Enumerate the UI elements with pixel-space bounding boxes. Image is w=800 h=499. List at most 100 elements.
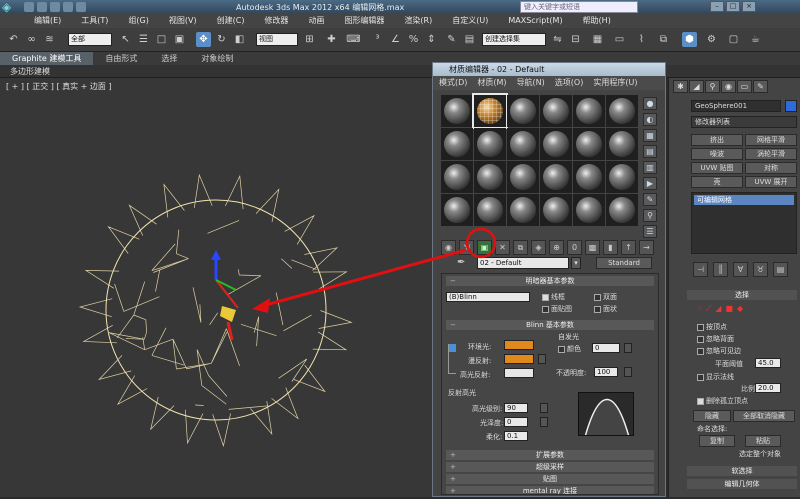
sample-slot[interactable] bbox=[606, 128, 638, 160]
selection-rollout[interactable]: 选择 bbox=[687, 290, 797, 300]
polygon-modeling-label[interactable]: 多边形建模 bbox=[10, 65, 50, 78]
chevron-down-icon[interactable]: ▾ bbox=[571, 257, 581, 269]
sample-slot[interactable] bbox=[474, 194, 506, 226]
maximize-button[interactable]: □ bbox=[726, 1, 740, 12]
undo-icon[interactable] bbox=[63, 2, 73, 12]
video-color-check-icon[interactable]: ▥ bbox=[643, 161, 657, 174]
go-to-parent-icon[interactable]: ↑ bbox=[621, 239, 636, 255]
extrude-button[interactable]: 挤出 bbox=[691, 134, 743, 146]
supersampling-rollout[interactable]: + 超级采样 bbox=[446, 462, 654, 472]
menu-graph-editors[interactable]: 图形编辑器 bbox=[344, 14, 384, 28]
display-tab-icon[interactable]: ▭ bbox=[737, 80, 752, 93]
viewport-label[interactable]: [ + ] [ 正交 ] [ 真实 + 边面 ] bbox=[6, 81, 112, 92]
sample-slot[interactable] bbox=[540, 161, 572, 193]
meshsmooth-button[interactable]: 网格平滑 bbox=[745, 134, 797, 146]
backlight-icon[interactable]: ◐ bbox=[643, 113, 657, 126]
maps-rollout[interactable]: + 贴图 bbox=[446, 474, 654, 484]
self-illum-map-button[interactable] bbox=[624, 343, 632, 353]
remove-modifier-icon[interactable]: ♉ bbox=[753, 262, 768, 277]
opacity-spinner[interactable]: 100 bbox=[594, 367, 618, 377]
blinn-basic-rollout[interactable]: − Blinn 基本参数 bbox=[446, 320, 654, 330]
face-level-icon[interactable]: ◢ bbox=[715, 304, 721, 314]
search-input[interactable]: 键入关键字或短语 bbox=[520, 1, 638, 13]
show-normals-check[interactable]: 显示法线 bbox=[697, 372, 734, 382]
specular-color-swatch[interactable] bbox=[504, 368, 534, 378]
tab-selection[interactable]: 选择 bbox=[149, 52, 189, 65]
sample-slot[interactable] bbox=[606, 95, 638, 127]
faceted-check[interactable]: 面状 bbox=[594, 304, 617, 314]
shader-basic-rollout[interactable]: − 明暗器基本参数 bbox=[446, 276, 654, 286]
keyboard-shortcut-icon[interactable]: ⌨ bbox=[346, 32, 361, 47]
spec-level-spinner[interactable]: 90 bbox=[504, 403, 528, 413]
hierarchy-tab-icon[interactable]: ⚲ bbox=[705, 80, 720, 93]
med-menu-navigation[interactable]: 导航(N) bbox=[517, 76, 545, 90]
med-menu-options[interactable]: 选项(O) bbox=[555, 76, 584, 90]
minimize-button[interactable]: – bbox=[710, 1, 724, 12]
rendered-frame-icon[interactable]: ▢ bbox=[726, 32, 741, 47]
put-to-library-icon[interactable]: ⊕ bbox=[549, 239, 564, 255]
curve-editor-icon[interactable]: ⌇ bbox=[634, 32, 649, 47]
stack-item-editable-mesh[interactable]: 可编辑网格 bbox=[694, 195, 794, 205]
sample-slot[interactable] bbox=[507, 161, 539, 193]
menu-maxscript[interactable]: MAXScript(M) bbox=[508, 14, 562, 28]
layer-manager-icon[interactable]: ▦ bbox=[590, 32, 605, 47]
spinner-snap-icon[interactable]: ⇕ bbox=[424, 32, 439, 47]
put-to-scene-icon[interactable]: ⇲ bbox=[459, 239, 474, 255]
save-file-icon[interactable] bbox=[50, 2, 60, 12]
vertex-level-icon[interactable]: ⁖ bbox=[697, 304, 702, 314]
snap-3d-icon[interactable]: ³ bbox=[370, 32, 385, 47]
graphite-toggle-icon[interactable]: ▭ bbox=[612, 32, 627, 47]
sample-slot[interactable] bbox=[573, 161, 605, 193]
sample-slot[interactable] bbox=[606, 194, 638, 226]
soft-selection-rollout[interactable]: 软选择 bbox=[687, 466, 797, 476]
options-icon[interactable]: ✎ bbox=[643, 193, 657, 206]
unwrap-uvw-button[interactable]: UVW 展开 bbox=[745, 176, 797, 188]
named-sel-icon[interactable]: ▤ bbox=[462, 32, 477, 47]
material-type-button[interactable]: Standard bbox=[596, 257, 652, 269]
sample-slot[interactable] bbox=[441, 194, 473, 226]
scale-icon[interactable]: ◧ bbox=[232, 32, 247, 47]
sample-slot[interactable] bbox=[441, 161, 473, 193]
material-id-icon[interactable]: 0 bbox=[567, 239, 582, 255]
pin-stack-icon[interactable]: ⊣ bbox=[693, 262, 708, 277]
ref-coord-select[interactable]: 视图 bbox=[256, 33, 298, 46]
align-icon[interactable]: ⊟ bbox=[568, 32, 583, 47]
symmetry-button[interactable]: 对称 bbox=[745, 162, 797, 174]
material-editor-title[interactable]: 材质编辑器 - 02 - Default bbox=[433, 63, 665, 76]
show-end-result-icon[interactable]: ▮ bbox=[603, 239, 618, 255]
tab-graphite[interactable]: Graphite 建模工具 bbox=[0, 52, 94, 65]
select-by-material-icon[interactable]: ⚲ bbox=[643, 209, 657, 222]
sample-slot[interactable] bbox=[507, 128, 539, 160]
menu-customize[interactable]: 自定义(U) bbox=[452, 14, 488, 28]
material-editor-icon[interactable]: ⬢ bbox=[682, 32, 697, 47]
open-file-icon[interactable] bbox=[37, 2, 47, 12]
sample-slot[interactable] bbox=[474, 128, 506, 160]
named-selection-select[interactable]: 创建选择集 bbox=[482, 33, 546, 46]
tab-freeform[interactable]: 自由形式 bbox=[93, 52, 149, 65]
menu-views[interactable]: 视图(V) bbox=[169, 14, 197, 28]
shader-type-select[interactable]: (B)Blinn bbox=[446, 292, 530, 302]
paste-button[interactable]: 粘贴 bbox=[745, 435, 781, 447]
transform-gizmo[interactable] bbox=[211, 250, 239, 341]
modify-tab-icon[interactable]: ◢ bbox=[689, 80, 704, 93]
angle-snap-icon[interactable]: ∠ bbox=[388, 32, 403, 47]
copy-button[interactable]: 复制 bbox=[699, 435, 735, 447]
scale-spinner[interactable]: 20.0 bbox=[755, 383, 781, 393]
make-preview-icon[interactable]: ▶ bbox=[643, 177, 657, 190]
unhide-all-button[interactable]: 全部取消隐藏 bbox=[733, 410, 795, 422]
sample-slot[interactable] bbox=[441, 95, 473, 127]
menu-group[interactable]: 组(G) bbox=[128, 14, 148, 28]
face-map-check[interactable]: 面贴图 bbox=[542, 304, 572, 314]
delete-isolated-check[interactable]: 删除孤立顶点 bbox=[697, 396, 748, 406]
redo-icon[interactable] bbox=[76, 2, 86, 12]
sample-type-icon[interactable]: ● bbox=[643, 97, 657, 110]
menu-edit[interactable]: 编辑(E) bbox=[34, 14, 61, 28]
soften-spinner[interactable]: 0.1 bbox=[504, 431, 528, 441]
move-icon[interactable]: ✥ bbox=[196, 32, 211, 47]
viewport[interactable] bbox=[0, 78, 432, 497]
sample-slot[interactable] bbox=[474, 161, 506, 193]
sample-slot[interactable] bbox=[507, 194, 539, 226]
turbosmooth-button[interactable]: 涡轮平滑 bbox=[745, 148, 797, 160]
create-tab-icon[interactable]: ✱ bbox=[673, 80, 688, 93]
configure-sets-icon[interactable]: ▤ bbox=[773, 262, 788, 277]
